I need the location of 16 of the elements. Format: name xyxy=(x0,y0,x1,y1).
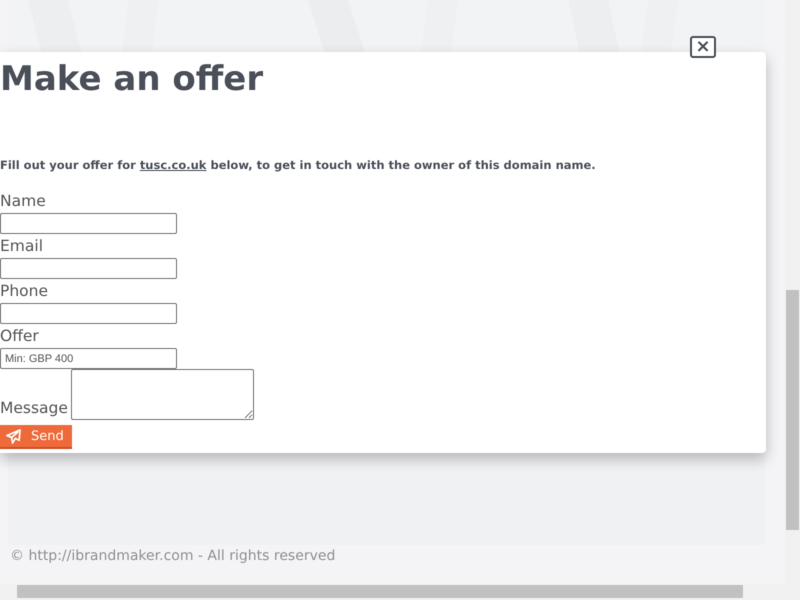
copyright-text: © http://ibrandmaker.com - All rights reserved xyxy=(10,548,336,564)
input-field[interactable]: Min: GBP 400 xyxy=(0,348,177,369)
input-field[interactable] xyxy=(0,258,177,279)
input-field[interactable] xyxy=(0,213,177,234)
message-field[interactable] xyxy=(70,369,254,420)
field-label: Email xyxy=(0,236,44,257)
input-field[interactable] xyxy=(0,303,177,324)
close-button[interactable]: × xyxy=(690,36,716,58)
dialog-title: Make an offer xyxy=(0,58,264,101)
field-label: Message xyxy=(0,398,68,419)
paper-plane-icon xyxy=(6,428,21,444)
domain-link[interactable]: tusc.co.uk xyxy=(140,158,206,172)
field-label: Phone xyxy=(0,281,48,302)
description-text: Fill out your offer for tusc.co.uk below, to get in touch with the owner of this domain name. xyxy=(0,158,596,172)
field-label: Offer xyxy=(0,326,39,347)
field-label: Name xyxy=(0,191,46,212)
